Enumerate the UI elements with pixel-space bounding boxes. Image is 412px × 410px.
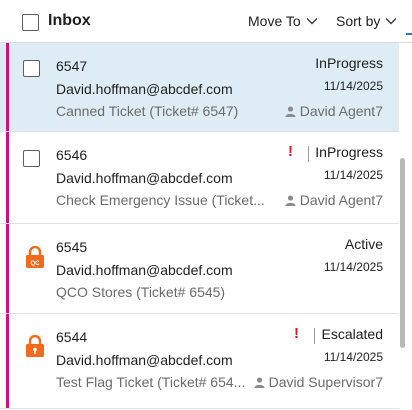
- sort-by-label: Sort by: [336, 13, 381, 29]
- ticket-status: InProgress: [315, 144, 383, 160]
- lock-badge-text: QC: [31, 261, 41, 267]
- ticket-id: 6546: [56, 147, 88, 163]
- person-icon: [254, 377, 265, 388]
- ticket-agent: David Supervisor7: [254, 374, 383, 390]
- chevron-down-icon: [385, 17, 397, 25]
- ticket-subject: QCO Stores (Ticket# 6545): [56, 284, 226, 300]
- ticket-agent: David Agent7: [285, 192, 383, 208]
- row-checkbox[interactable]: [23, 60, 40, 77]
- priority-indicator: [6, 132, 9, 223]
- ticket-id: 6544: [56, 329, 88, 345]
- move-to-label: Move To: [248, 13, 301, 29]
- person-icon: [285, 195, 296, 206]
- ticket-id: 6547: [56, 58, 88, 74]
- lock-icon: QC: [25, 245, 45, 268]
- ticket-date: 11/14/2025: [323, 168, 383, 182]
- ticket-row[interactable]: 6546 David.hoffman@abcdef.com Check Emer…: [0, 132, 399, 224]
- flag-icon: !: [294, 325, 299, 342]
- ticket-email: David.hoffman@abcdef.com: [56, 262, 233, 278]
- move-to-button[interactable]: Move To: [248, 13, 318, 29]
- ticket-date: 11/14/2025: [323, 350, 383, 364]
- chevron-down-icon: [306, 17, 318, 25]
- row-checkbox[interactable]: [23, 150, 40, 167]
- ticket-subject: Test Flag Ticket (Ticket# 654...: [56, 374, 246, 390]
- agent-name: David Agent7: [299, 192, 383, 208]
- ticket-agent: David Agent7: [285, 103, 383, 119]
- priority-indicator: [6, 43, 9, 131]
- agent-name: David Supervisor7: [268, 374, 383, 390]
- ticket-subject: Check Emergency Issue (Ticket...: [56, 192, 265, 208]
- ticket-row[interactable]: QC 6545 David.hoffman@abcdef.com QCO Sto…: [0, 224, 399, 314]
- select-all-checkbox[interactable]: [22, 14, 39, 31]
- person-icon: [285, 106, 296, 117]
- ticket-email: David.hoffman@abcdef.com: [56, 352, 233, 368]
- ticket-status: InProgress: [315, 55, 383, 71]
- ticket-email: David.hoffman@abcdef.com: [56, 81, 233, 97]
- priority-indicator: [6, 314, 9, 408]
- ticket-date: 11/14/2025: [323, 79, 383, 93]
- ticket-status: Escalated: [321, 326, 383, 342]
- ticket-email: David.hoffman@abcdef.com: [56, 170, 233, 186]
- ticket-row[interactable]: 6544 David.hoffman@abcdef.com Test Flag …: [0, 314, 399, 409]
- divider: [314, 328, 315, 344]
- sort-by-button[interactable]: Sort by: [336, 13, 397, 29]
- agent-name: David Agent7: [299, 103, 383, 119]
- ticket-row[interactable]: 6547 David.hoffman@abcdef.com Canned Tic…: [0, 43, 399, 132]
- priority-indicator: [6, 224, 9, 313]
- page-title: Inbox: [48, 12, 91, 29]
- ticket-subject: Canned Ticket (Ticket# 6547): [56, 103, 239, 119]
- ticket-id: 6545: [56, 239, 88, 255]
- ticket-status: Active: [344, 236, 383, 252]
- divider: [308, 146, 309, 162]
- header-accent: [406, 33, 412, 35]
- ticket-date: 11/14/2025: [323, 260, 383, 274]
- inbox-header: Inbox Move To Sort by: [0, 0, 412, 43]
- scrollbar[interactable]: [400, 158, 405, 348]
- ticket-list: 6547 David.hoffman@abcdef.com Canned Tic…: [0, 43, 400, 409]
- lock-icon: [25, 334, 45, 357]
- flag-icon: !: [288, 143, 293, 160]
